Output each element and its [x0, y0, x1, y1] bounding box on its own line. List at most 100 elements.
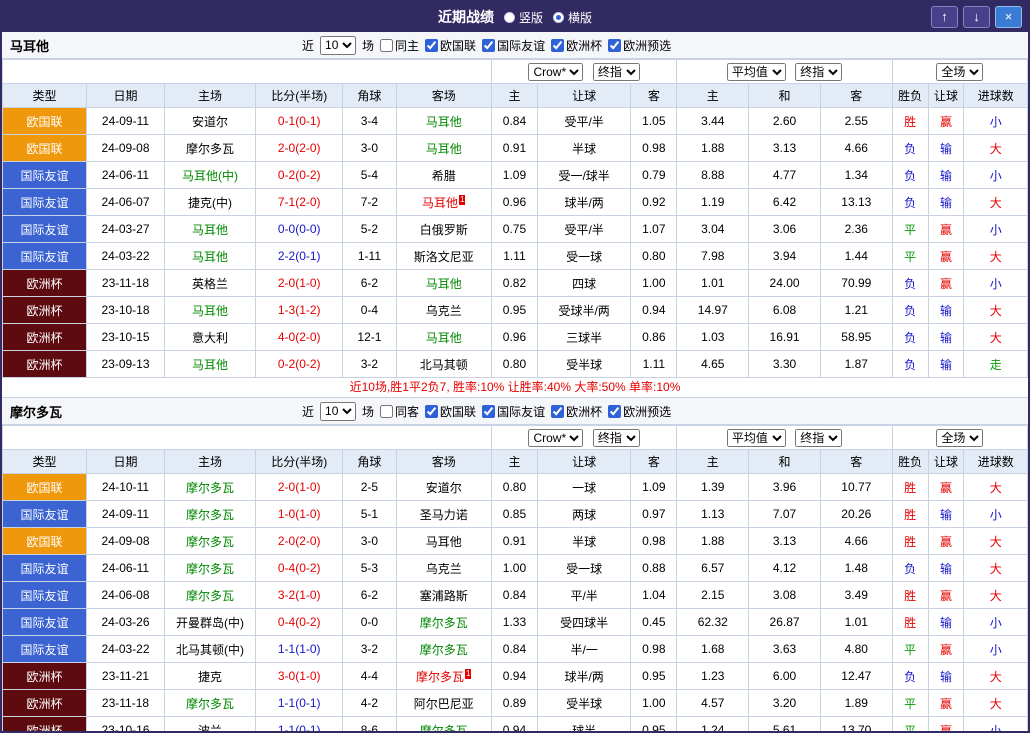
- column-header: 让球: [927, 449, 965, 474]
- asian-odds-selects: Crow* 终指: [490, 59, 678, 84]
- competition-filter-nations-league[interactable]: 欧国联: [425, 403, 476, 420]
- column-header: 客: [819, 449, 893, 474]
- result-outcome: 平: [891, 242, 929, 270]
- layout-horizontal-radio[interactable]: 横版: [553, 9, 592, 26]
- euro-odds-home: 1.39: [676, 473, 750, 501]
- asian-odds-line: 受四球半: [537, 608, 632, 636]
- column-header: 让球: [537, 449, 632, 474]
- blank-cell: [2, 425, 492, 450]
- competition-filter-euro[interactable]: 欧洲杯: [551, 37, 602, 54]
- result-outcome: 胜: [891, 473, 929, 501]
- result-handicap: 赢: [927, 635, 965, 663]
- asian-odds-away: 0.86: [630, 323, 678, 351]
- competition-filter-friendly[interactable]: 国际友谊: [482, 37, 545, 54]
- competition-badge: 国际友谊: [2, 242, 88, 270]
- column-header: 客场: [395, 449, 492, 474]
- results-table-body: 欧国联 24-10-11 摩尔多瓦 2-0(1-0) 2-5 安道尔 0.80 一球 1.09 1…: [2, 473, 1028, 731]
- column-header: 日期: [86, 449, 165, 474]
- asian-odds-home: 0.94: [490, 662, 539, 690]
- match-date: 24-06-08: [86, 581, 165, 609]
- scroll-down-button[interactable]: ↓: [963, 6, 990, 28]
- euro-odds-draw: 3.30: [748, 350, 821, 378]
- result-outcome: 平: [891, 215, 929, 243]
- asian-odds-time-select[interactable]: 终指: [592, 428, 640, 447]
- euro-odds-away: 13.70: [819, 716, 893, 731]
- result-goals: 小: [963, 161, 1028, 189]
- results-table: Crow* 终指 平均值 终指 全场 类型 日期 主场 比分(半场) 角球 客场…: [2, 425, 1028, 731]
- layout-vertical-radio[interactable]: 竖版: [503, 9, 543, 26]
- euro-odds-time-select[interactable]: 终指: [795, 62, 843, 81]
- result-goals: 大: [963, 581, 1028, 609]
- result-goals: 走: [963, 350, 1028, 378]
- euro-odds-home: 1.01: [676, 269, 750, 297]
- away-team-name: 塞浦路斯: [395, 581, 492, 609]
- euro-odds-away: 4.80: [819, 635, 893, 663]
- competition-filter-euro[interactable]: 欧洲杯: [551, 403, 602, 420]
- bookmaker-select[interactable]: Crow*: [528, 62, 584, 81]
- competition-filter-friendly[interactable]: 国际友谊: [482, 403, 545, 420]
- away-team-name: 白俄罗斯: [395, 215, 492, 243]
- column-header: 比分(半场): [255, 449, 344, 474]
- matches-count-select[interactable]: 10: [320, 35, 357, 55]
- euro-odds-home: 1.88: [676, 527, 750, 555]
- competition-badge: 国际友谊: [2, 635, 88, 663]
- asian-odds-line: 三球半: [537, 323, 632, 351]
- asian-odds-away: 0.98: [630, 635, 678, 663]
- column-header: 主: [676, 83, 750, 108]
- competition-filter-euro-qualifier[interactable]: 欧洲预选: [608, 37, 671, 54]
- asian-odds-away: 0.95: [630, 662, 678, 690]
- scope-select[interactable]: 全场: [936, 62, 984, 81]
- euro-odds-draw: 6.00: [748, 662, 821, 690]
- up-arrow-icon: ↑: [941, 9, 948, 24]
- score: 4-0(2-0): [255, 323, 344, 351]
- venue-filter-checkbox[interactable]: 同客: [380, 403, 419, 420]
- titlebar-buttons: ↑ ↓ ×: [931, 6, 1028, 28]
- competition-filter-euro-qualifier[interactable]: 欧洲预选: [608, 403, 671, 420]
- asian-odds-line: 受平/半: [537, 107, 632, 135]
- match-date: 24-03-22: [86, 242, 165, 270]
- euro-odds-type-select[interactable]: 平均值: [726, 428, 786, 447]
- asian-odds-away: 1.00: [630, 689, 678, 717]
- euro-odds-home: 4.57: [676, 689, 750, 717]
- column-header: 角球: [342, 449, 397, 474]
- euro-odds-time-select[interactable]: 终指: [795, 428, 843, 447]
- away-team-name: 摩尔多瓦: [395, 608, 492, 636]
- match-row: 国际友谊 24-06-07 捷克(中) 7-1(2-0) 7-2 马耳他 1 0.96 球半/两…: [2, 188, 1028, 216]
- home-team-name: 马耳他: [163, 350, 257, 378]
- euro-odds-type-select[interactable]: 平均值: [726, 62, 786, 81]
- euro-odds-draw: 3.13: [748, 134, 821, 162]
- match-date: 24-06-11: [86, 161, 165, 189]
- match-row: 欧洲杯 23-09-13 马耳他 0-2(0-2) 3-2 北马其顿 0.80 受半球 1.11…: [2, 350, 1028, 378]
- match-row: 欧洲杯 23-11-18 英格兰 2-0(1-0) 6-2 马耳他 0.82 四球 1.00 1.…: [2, 269, 1028, 297]
- asian-odds-time-select[interactable]: 终指: [592, 62, 640, 81]
- euro-odds-home: 62.32: [676, 608, 750, 636]
- euro-odds-draw: 3.13: [748, 527, 821, 555]
- euro-odds-home: 4.65: [676, 350, 750, 378]
- result-outcome: 胜: [891, 500, 929, 528]
- result-outcome: 胜: [891, 107, 929, 135]
- asian-odds-home: 1.33: [490, 608, 539, 636]
- competition-filter-nations-league[interactable]: 欧国联: [425, 37, 476, 54]
- corners: 3-2: [342, 350, 397, 378]
- scope-select[interactable]: 全场: [936, 428, 984, 447]
- result-handicap: 输: [927, 500, 965, 528]
- asian-odds-away: 1.04: [630, 581, 678, 609]
- venue-filter-checkbox[interactable]: 同主: [380, 37, 419, 54]
- asian-odds-away: 0.97: [630, 500, 678, 528]
- scroll-up-button[interactable]: ↑: [931, 6, 958, 28]
- result-handicap: 输: [927, 134, 965, 162]
- asian-odds-away: 0.94: [630, 296, 678, 324]
- matches-count-select[interactable]: 10: [320, 401, 357, 421]
- result-goals: 大: [963, 527, 1028, 555]
- bookmaker-select[interactable]: Crow*: [528, 428, 584, 447]
- home-team-name: 摩尔多瓦: [163, 527, 257, 555]
- close-button[interactable]: ×: [995, 6, 1022, 28]
- result-handicap: 赢: [927, 215, 965, 243]
- asian-odds-away: 0.45: [630, 608, 678, 636]
- home-team-name: 波兰: [163, 716, 257, 731]
- asian-odds-line: 平/半: [537, 581, 632, 609]
- euro-odds-draw: 2.60: [748, 107, 821, 135]
- match-date: 23-11-21: [86, 662, 165, 690]
- euro-odds-home: 2.15: [676, 581, 750, 609]
- score: 2-0(2-0): [255, 527, 344, 555]
